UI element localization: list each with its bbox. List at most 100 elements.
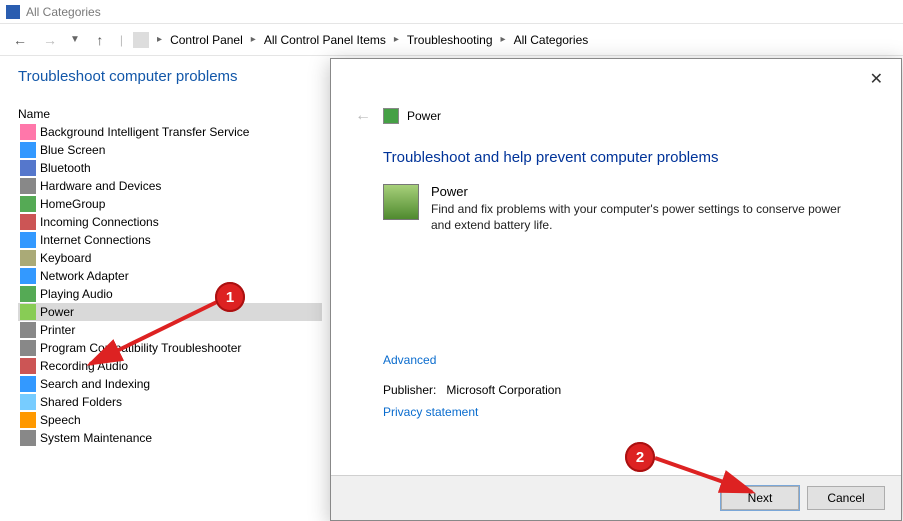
list-item-icon bbox=[20, 214, 36, 230]
list-item[interactable]: Speech bbox=[18, 411, 322, 429]
breadcrumb-item[interactable]: All Control Panel Items bbox=[260, 31, 390, 49]
list-item-icon bbox=[20, 250, 36, 266]
chevron-right-icon[interactable]: ▸ bbox=[501, 34, 506, 45]
dialog-titlebar: ✕ bbox=[331, 59, 901, 99]
list-item-icon bbox=[20, 412, 36, 428]
list-item-label: System Maintenance bbox=[40, 431, 152, 445]
dialog-back-button[interactable]: ← bbox=[351, 107, 375, 125]
chevron-right-icon[interactable]: ▸ bbox=[251, 34, 256, 45]
history-dropdown[interactable]: ▼ bbox=[70, 34, 80, 45]
list-item-icon bbox=[20, 232, 36, 248]
list-item[interactable]: Network Adapter bbox=[18, 267, 322, 285]
publisher-line: Publisher: Microsoft Corporation bbox=[383, 383, 849, 397]
list-item-icon bbox=[20, 196, 36, 212]
list-item-icon bbox=[20, 160, 36, 176]
list-item[interactable]: Search and Indexing bbox=[18, 375, 322, 393]
chevron-right-icon[interactable]: ▸ bbox=[394, 34, 399, 45]
list-item[interactable]: Incoming Connections bbox=[18, 213, 322, 231]
list-item[interactable]: Keyboard bbox=[18, 249, 322, 267]
power-icon bbox=[383, 108, 399, 124]
list-item[interactable]: HomeGroup bbox=[18, 195, 322, 213]
list-item-label: Playing Audio bbox=[40, 287, 113, 301]
dialog-title: Troubleshoot and help prevent computer p… bbox=[383, 149, 849, 166]
list-item[interactable]: Shared Folders bbox=[18, 393, 322, 411]
list-item-label: HomeGroup bbox=[40, 197, 105, 211]
list-item[interactable]: Hardware and Devices bbox=[18, 177, 322, 195]
list-item[interactable]: Power bbox=[18, 303, 322, 321]
list-item-label: Hardware and Devices bbox=[40, 179, 161, 193]
breadcrumb-icon bbox=[133, 32, 149, 48]
breadcrumb-item[interactable]: Troubleshooting bbox=[403, 31, 497, 49]
list-item-label: Power bbox=[40, 305, 74, 319]
troubleshooter-name: Power bbox=[431, 184, 849, 199]
list-item[interactable]: System Maintenance bbox=[18, 429, 322, 447]
privacy-link[interactable]: Privacy statement bbox=[383, 405, 478, 419]
column-header-name[interactable]: Name bbox=[18, 107, 322, 121]
troubleshooter-dialog: ✕ ← Power Troubleshoot and help prevent … bbox=[330, 58, 902, 521]
list-item-icon bbox=[20, 142, 36, 158]
troubleshooter-description: Find and fix problems with your computer… bbox=[431, 201, 849, 233]
list-item-icon bbox=[20, 322, 36, 338]
list-item-label: Program Compatibility Troubleshooter bbox=[40, 341, 241, 355]
list-item[interactable]: Playing Audio bbox=[18, 285, 322, 303]
breadcrumb-item[interactable]: Control Panel bbox=[166, 31, 247, 49]
power-large-icon bbox=[383, 184, 419, 220]
dialog-header-label: Power bbox=[407, 109, 441, 123]
list-item-icon bbox=[20, 304, 36, 320]
list-item-label: Search and Indexing bbox=[40, 377, 150, 391]
troubleshooter-summary: Power Find and fix problems with your co… bbox=[383, 184, 849, 233]
list-item-icon bbox=[20, 394, 36, 410]
window-titlebar: All Categories bbox=[0, 0, 903, 24]
list-item-icon bbox=[20, 430, 36, 446]
close-button[interactable]: ✕ bbox=[864, 67, 889, 91]
list-item-label: Printer bbox=[40, 323, 75, 337]
list-item-icon bbox=[20, 268, 36, 284]
list-item[interactable]: Background Intelligent Transfer Service bbox=[18, 123, 322, 141]
annotation-badge-2: 2 bbox=[625, 442, 655, 472]
troubleshooter-list: Background Intelligent Transfer Service B… bbox=[18, 123, 322, 447]
list-item[interactable]: Program Compatibility Troubleshooter bbox=[18, 339, 322, 357]
forward-button[interactable]: → bbox=[40, 30, 60, 50]
breadcrumb-item[interactable]: All Categories bbox=[510, 31, 593, 49]
breadcrumb: ▸ Control Panel ▸ All Control Panel Item… bbox=[133, 31, 592, 49]
list-item-icon bbox=[20, 124, 36, 140]
list-item-icon bbox=[20, 376, 36, 392]
list-item-label: Blue Screen bbox=[40, 143, 105, 157]
app-icon bbox=[6, 5, 20, 19]
back-button[interactable]: ← bbox=[10, 30, 30, 50]
list-item-label: Bluetooth bbox=[40, 161, 91, 175]
list-item-label: Network Adapter bbox=[40, 269, 129, 283]
page-heading: Troubleshoot computer problems bbox=[18, 68, 322, 85]
next-button[interactable]: Next bbox=[721, 486, 799, 510]
publisher-value: Microsoft Corporation bbox=[446, 383, 561, 397]
navigation-bar: ← → ▼ ↑ | ▸ Control Panel ▸ All Control … bbox=[0, 24, 903, 56]
list-item[interactable]: Internet Connections bbox=[18, 231, 322, 249]
list-item-label: Speech bbox=[40, 413, 81, 427]
list-item-label: Keyboard bbox=[40, 251, 91, 265]
window-title: All Categories bbox=[26, 5, 101, 19]
list-item-label: Internet Connections bbox=[40, 233, 151, 247]
list-item-label: Background Intelligent Transfer Service bbox=[40, 125, 249, 139]
list-item-icon bbox=[20, 340, 36, 356]
annotation-badge-1: 1 bbox=[215, 282, 245, 312]
list-item-label: Recording Audio bbox=[40, 359, 128, 373]
list-item-label: Incoming Connections bbox=[40, 215, 159, 229]
up-button[interactable]: ↑ bbox=[90, 30, 110, 50]
nav-separator: | bbox=[120, 33, 123, 47]
troubleshoot-list-pane: Troubleshoot computer problems Name Back… bbox=[0, 56, 330, 447]
list-item-icon bbox=[20, 178, 36, 194]
chevron-right-icon[interactable]: ▸ bbox=[157, 34, 162, 45]
dialog-body: Troubleshoot and help prevent computer p… bbox=[331, 125, 901, 475]
dialog-button-bar: Next Cancel bbox=[331, 475, 901, 520]
publisher-label: Publisher: bbox=[383, 383, 436, 397]
list-item[interactable]: Bluetooth bbox=[18, 159, 322, 177]
list-item-icon bbox=[20, 358, 36, 374]
advanced-link[interactable]: Advanced bbox=[383, 353, 436, 367]
dialog-header: ← Power bbox=[331, 99, 901, 125]
list-item[interactable]: Printer bbox=[18, 321, 322, 339]
list-item-label: Shared Folders bbox=[40, 395, 122, 409]
list-item[interactable]: Recording Audio bbox=[18, 357, 322, 375]
list-item[interactable]: Blue Screen bbox=[18, 141, 322, 159]
cancel-button[interactable]: Cancel bbox=[807, 486, 885, 510]
list-item-icon bbox=[20, 286, 36, 302]
